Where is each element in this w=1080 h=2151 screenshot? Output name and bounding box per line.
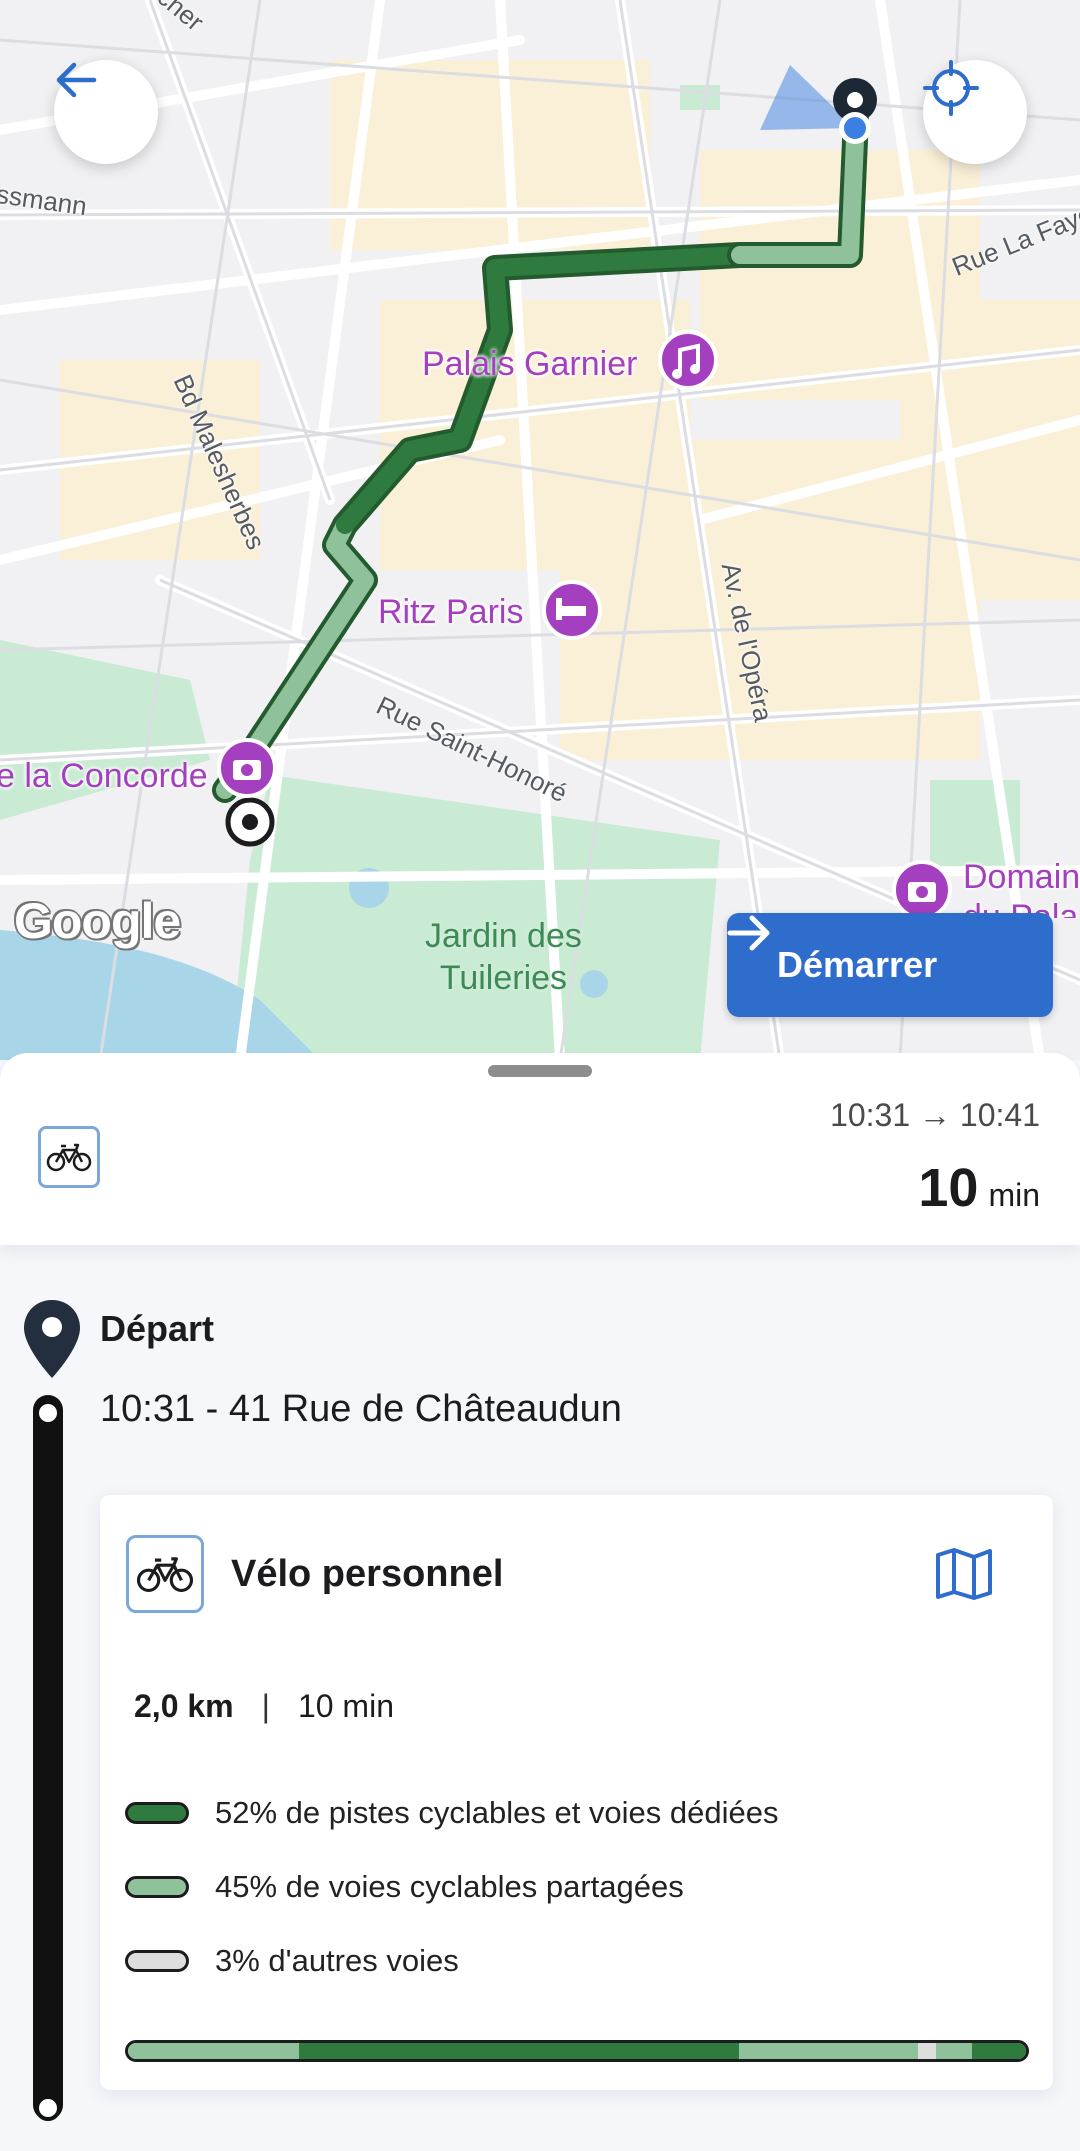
map-icon[interactable] <box>935 1547 993 1601</box>
back-button[interactable] <box>54 60 158 164</box>
start-button-label: Démarrer <box>777 944 938 985</box>
google-attribution: Google <box>14 893 181 949</box>
bicycle-icon <box>46 1143 92 1172</box>
hotel-poi-icon <box>542 580 602 640</box>
route-segment <box>128 2043 299 2059</box>
poi-label-concorde[interactable]: e la Concorde <box>0 757 208 796</box>
legend-row: 45% de voies cyclables partagées <box>125 1869 684 1905</box>
leg-distance: 2,0 km <box>134 1688 234 1724</box>
legend-swatch-other <box>125 1950 189 1972</box>
arrow-left-icon <box>56 62 97 98</box>
legend-label: 52% de pistes cyclables et voies dédiées <box>215 1795 779 1830</box>
leg-stats: 2,0 km | 10 min <box>134 1688 394 1725</box>
stats-separator: | <box>261 1688 270 1724</box>
poi-label-domaine[interactable]: Domain <box>963 858 1080 897</box>
duration-value: 10 <box>918 1158 979 1218</box>
start-navigation-button[interactable]: Démarrer <box>727 913 1053 1017</box>
timeline-track <box>33 1395 63 2120</box>
music-poi-icon <box>658 330 718 390</box>
bicycle-icon <box>136 1557 194 1592</box>
timeline-start-dot <box>35 1400 61 1426</box>
route-segment <box>298 2043 739 2059</box>
locate-button[interactable] <box>923 60 1027 164</box>
bike-leg-card[interactable]: Vélo personnel 2,0 km | 10 min 52% de pi… <box>100 1495 1053 2090</box>
mode-badge <box>38 1126 100 1188</box>
park-label-tuileries: Jardin des Tuileries <box>425 915 582 999</box>
route-screen: cher ssmann Bd Malesherbes Rue La Faye R… <box>0 0 1080 2151</box>
route-segment <box>972 2043 1026 2059</box>
leg-title: Vélo personnel <box>231 1553 504 1595</box>
trip-times: 10:31 → 10:41 <box>830 1097 1040 1133</box>
crosshair-icon <box>923 60 979 116</box>
arrow-right-icon <box>727 915 770 951</box>
park-label-line2: Tuileries <box>439 959 568 997</box>
camera-poi-icon-2 <box>892 860 952 920</box>
route-segment <box>738 2043 919 2059</box>
depart-address: 10:31 - 41 Rue de Châteaudun <box>100 1388 622 1430</box>
legend-label: 45% de voies cyclables partagées <box>215 1869 684 1904</box>
legend-label: 3% d'autres voies <box>215 1943 459 1978</box>
trip-summary: 10:31 → 10:41 10 min <box>0 1053 1080 1245</box>
route-segment <box>918 2043 937 2059</box>
location-pin-icon <box>24 1300 80 1378</box>
legend-swatch-dedicated <box>125 1802 189 1824</box>
route-map[interactable]: cher ssmann Bd Malesherbes Rue La Faye R… <box>0 0 1080 1060</box>
duration-unit: min <box>988 1177 1040 1213</box>
poi-label-ritz[interactable]: Ritz Paris <box>378 593 523 632</box>
legend-row: 52% de pistes cyclables et voies dédiées <box>125 1795 779 1831</box>
depart-title: Départ <box>100 1308 215 1349</box>
timeline-end-dot <box>35 2095 61 2121</box>
trip-duration: 10 min <box>918 1157 1040 1219</box>
legend-swatch-shared <box>125 1876 189 1898</box>
park-label-line1: Jardin des <box>425 917 582 955</box>
drag-handle[interactable] <box>488 1065 592 1077</box>
route-segment <box>936 2043 973 2059</box>
camera-poi-icon <box>217 738 277 798</box>
route-composition-bar <box>125 2040 1029 2062</box>
leg-mode-badge <box>126 1535 204 1613</box>
legend-row: 3% d'autres voies <box>125 1943 459 1979</box>
poi-label-palais-garnier[interactable]: Palais Garnier <box>422 345 637 384</box>
leg-duration: 10 min <box>297 1688 394 1724</box>
